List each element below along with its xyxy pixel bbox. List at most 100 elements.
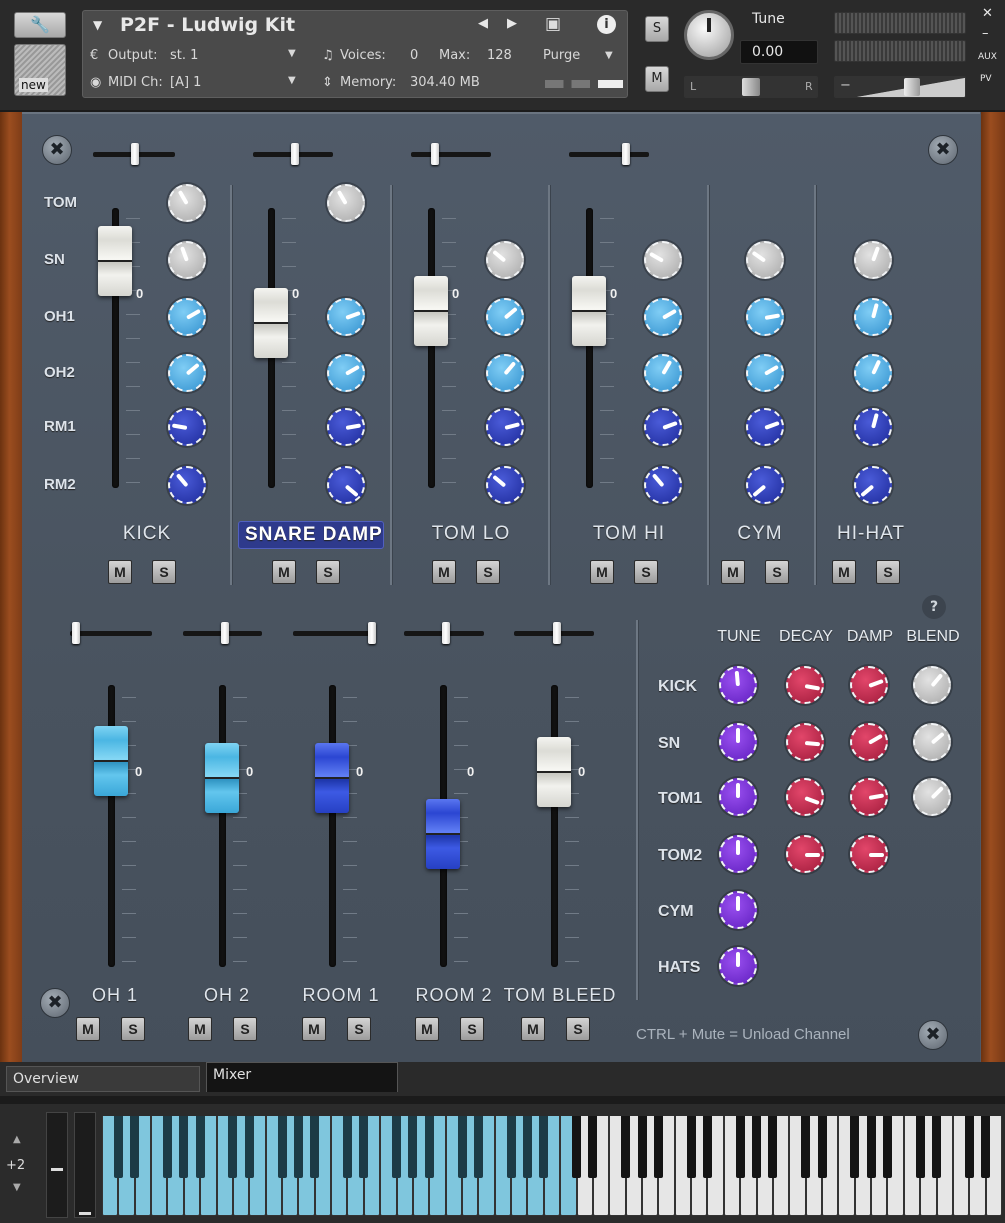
channel-label-tom-hi[interactable]: TOM HI [559, 521, 699, 549]
send-knob[interactable] [168, 354, 206, 392]
param-knob-decay[interactable] [786, 666, 824, 704]
pan-thumb[interactable] [291, 143, 299, 165]
black-key[interactable] [801, 1116, 811, 1178]
black-key[interactable] [588, 1116, 598, 1178]
channel-label-snare-damp[interactable]: SNARE DAMP [238, 521, 384, 549]
solo-button[interactable]: S [566, 1017, 590, 1041]
close-icon[interactable]: ✕ [982, 6, 993, 21]
channel-fader-cap[interactable] [254, 287, 288, 358]
tab-mixer[interactable]: Mixer [206, 1062, 398, 1092]
send-knob[interactable] [854, 241, 892, 279]
channel-fader-cap[interactable] [98, 226, 132, 296]
black-key[interactable] [882, 1116, 892, 1178]
param-knob-blend[interactable] [913, 666, 951, 704]
output-dropdown-icon[interactable]: ▼ [288, 48, 296, 59]
pan-thumb[interactable] [622, 143, 630, 165]
black-key[interactable] [277, 1116, 287, 1178]
black-key[interactable] [162, 1116, 172, 1178]
tab-overview[interactable]: Overview [6, 1066, 200, 1092]
black-key[interactable] [539, 1116, 549, 1178]
send-knob[interactable] [327, 466, 365, 504]
param-knob-damp[interactable] [850, 666, 888, 704]
send-knob[interactable] [644, 354, 682, 392]
black-key[interactable] [195, 1116, 205, 1178]
prev-instrument-arrow[interactable]: ◀ [478, 16, 488, 31]
param-knob-decay[interactable] [786, 778, 824, 816]
mute-button[interactable]: M [76, 1017, 100, 1041]
bus-fader-cap[interactable] [315, 742, 349, 813]
output-select[interactable]: st. 1 [170, 48, 198, 63]
black-key[interactable] [113, 1116, 123, 1178]
black-key[interactable] [752, 1116, 762, 1178]
bus-fader-cap[interactable] [205, 742, 239, 813]
solo-button[interactable]: S [476, 560, 500, 584]
send-knob[interactable] [168, 184, 206, 222]
param-knob-decay[interactable] [786, 723, 824, 761]
param-knob-blend[interactable] [913, 778, 951, 816]
pan-slider[interactable] [293, 631, 376, 636]
black-key[interactable] [244, 1116, 254, 1178]
black-key[interactable] [981, 1116, 991, 1178]
send-knob[interactable] [327, 298, 365, 336]
bus-fader-cap[interactable] [537, 737, 571, 808]
octave-down-icon[interactable]: ▼ [13, 1182, 21, 1193]
max-voices-value[interactable]: 128 [487, 48, 512, 63]
pitch-wheel[interactable] [46, 1112, 68, 1218]
send-knob[interactable] [746, 241, 784, 279]
send-knob[interactable] [644, 466, 682, 504]
black-key[interactable] [359, 1116, 369, 1178]
midi-channel-select[interactable]: [A] 1 [170, 75, 201, 90]
black-key[interactable] [850, 1116, 860, 1178]
channel-label-tom-lo[interactable]: TOM LO [401, 521, 541, 549]
bus-fader-cap[interactable] [426, 799, 460, 870]
send-knob[interactable] [327, 184, 365, 222]
pv-button[interactable]: PV [980, 74, 992, 84]
mute-button[interactable]: M [188, 1017, 212, 1041]
channel-label-hi-hat[interactable]: HI-HAT [801, 521, 941, 549]
send-knob[interactable] [168, 241, 206, 279]
channel-fader-cap[interactable] [572, 276, 606, 347]
black-key[interactable] [228, 1116, 238, 1178]
octave-up-icon[interactable]: ▲ [13, 1134, 21, 1145]
mute-button[interactable]: M [521, 1017, 545, 1041]
mute-button[interactable]: M [272, 560, 296, 584]
send-knob[interactable] [854, 298, 892, 336]
aux-button[interactable]: AUX [978, 52, 997, 62]
black-key[interactable] [702, 1116, 712, 1178]
volume-slider[interactable] [834, 76, 966, 98]
pan-thumb[interactable] [72, 622, 80, 644]
pan-thumb[interactable] [431, 143, 439, 165]
snapshot-camera-icon[interactable]: ▣ [545, 14, 561, 34]
mute-button[interactable]: M [645, 66, 669, 92]
minimize-icon[interactable]: – [982, 26, 989, 41]
param-knob-blend[interactable] [913, 723, 951, 761]
send-knob[interactable] [327, 354, 365, 392]
black-key[interactable] [473, 1116, 483, 1178]
bus-fader-cap[interactable] [94, 725, 128, 796]
black-key[interactable] [392, 1116, 402, 1178]
send-knob[interactable] [644, 241, 682, 279]
param-knob-damp[interactable] [850, 723, 888, 761]
wrench-button[interactable]: 🔧 [14, 12, 66, 38]
mute-button[interactable]: M [432, 560, 456, 584]
black-key[interactable] [424, 1116, 434, 1178]
send-knob[interactable] [746, 354, 784, 392]
pan-thumb[interactable] [742, 78, 760, 96]
black-key[interactable] [130, 1116, 140, 1178]
param-knob-tune[interactable] [719, 723, 757, 761]
help-icon[interactable]: ? [922, 595, 946, 619]
black-key[interactable] [408, 1116, 418, 1178]
send-knob[interactable] [746, 466, 784, 504]
solo-button[interactable]: S [765, 560, 789, 584]
send-knob[interactable] [854, 354, 892, 392]
channel-fader-cap[interactable] [414, 276, 448, 347]
solo-button[interactable]: S [645, 16, 669, 42]
solo-button[interactable]: S [347, 1017, 371, 1041]
black-key[interactable] [866, 1116, 876, 1178]
pan-thumb[interactable] [221, 622, 229, 644]
pan-slider[interactable] [70, 631, 152, 636]
solo-button[interactable]: S [121, 1017, 145, 1041]
pan-thumb[interactable] [442, 622, 450, 644]
param-knob-tune[interactable] [719, 666, 757, 704]
solo-button[interactable]: S [634, 560, 658, 584]
